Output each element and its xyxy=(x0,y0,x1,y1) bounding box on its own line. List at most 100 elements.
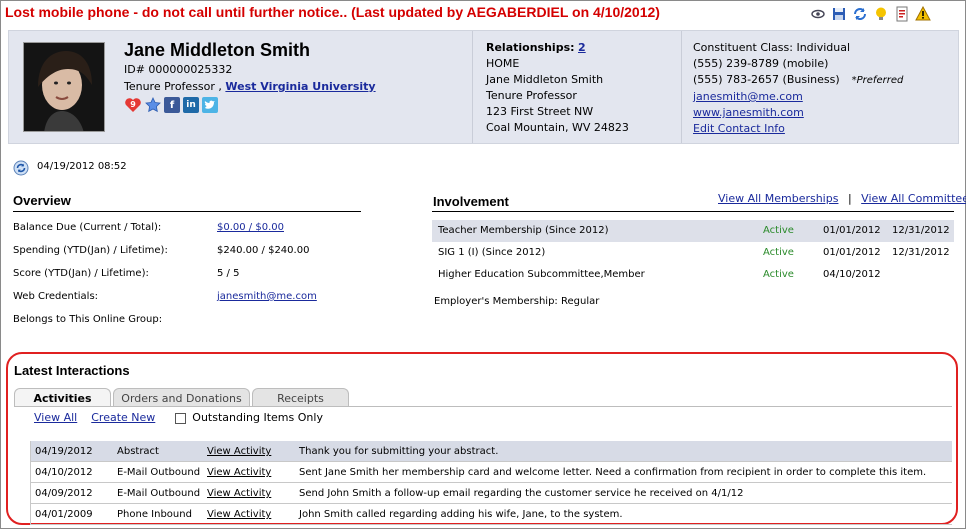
table-row: 04/10/2012 E-Mail Outbound View Activity… xyxy=(30,462,952,483)
activity-description: Thank you for submitting your abstract. xyxy=(299,446,499,457)
overview-label: Score (YTD(Jan) / Lifetime): xyxy=(13,268,149,279)
constituent-title: Tenure Professor , West Virginia Univers… xyxy=(124,80,376,93)
last-updated-timestamp: 04/19/2012 08:52 xyxy=(37,161,127,172)
constituent-name: Jane Middleton Smith xyxy=(124,40,311,60)
activity-date: 04/01/2009 xyxy=(35,509,93,520)
linkedin-icon[interactable]: in xyxy=(183,97,199,113)
overview-divider xyxy=(13,211,361,212)
membership-end: 12/31/2012 xyxy=(892,225,950,236)
activity-date: 04/10/2012 xyxy=(35,467,93,478)
sync-icon[interactable] xyxy=(13,160,29,176)
view-activity-link[interactable]: View Activity xyxy=(207,509,271,520)
email-link[interactable]: janesmith@me.com xyxy=(693,90,803,103)
preferred-marker: *Preferred xyxy=(851,75,904,86)
involvement-row: Teacher Membership (Since 2012) Active 0… xyxy=(432,220,954,242)
view-activity-link[interactable]: View Activity xyxy=(207,488,271,499)
tab-baseline xyxy=(14,406,952,407)
overview-label: Balance Due (Current / Total): xyxy=(13,222,162,233)
activities-table: 04/19/2012 Abstract View Activity Thank … xyxy=(30,441,952,525)
membership-name: SIG 1 (I) (Since 2012) xyxy=(438,247,546,258)
tab-orders-donations[interactable]: Orders and Donations xyxy=(113,388,250,407)
table-row: 04/19/2012 Abstract View Activity Thank … xyxy=(30,441,952,462)
outstanding-filter[interactable]: Outstanding Items Only xyxy=(175,411,323,424)
profile-header: Jane Middleton Smith ID# 000000025332 Te… xyxy=(8,30,959,144)
heart-badge-icon[interactable]: 9 xyxy=(124,97,142,113)
involvement-row: SIG 1 (I) (Since 2012) Active 01/01/2012… xyxy=(432,242,954,264)
contact-panel: Constituent Class: Individual (555) 239-… xyxy=(693,40,903,137)
twitter-icon[interactable] xyxy=(202,97,218,113)
web-credentials-link[interactable]: janesmith@me.com xyxy=(217,291,317,302)
website-link[interactable]: www.janesmith.com xyxy=(693,106,804,119)
warning-icon[interactable] xyxy=(914,5,932,23)
address-title: Tenure Professor xyxy=(486,89,577,102)
membership-status: Active xyxy=(763,225,794,236)
view-activity-link[interactable]: View Activity xyxy=(207,446,271,457)
score-value: 5 / 5 xyxy=(217,268,240,279)
report-icon[interactable] xyxy=(893,5,911,23)
relationships-label: Relationships: xyxy=(486,41,575,54)
social-icons: 9 f in xyxy=(124,97,218,113)
address-city: Coal Mountain, WV 24823 xyxy=(486,121,629,134)
constituent-id: ID# 000000025332 xyxy=(124,63,233,76)
employer-membership: Employer's Membership: Regular xyxy=(434,296,600,307)
create-new-link[interactable]: Create New xyxy=(91,411,155,424)
view-all-committees-link[interactable]: View All Committees xyxy=(861,192,966,205)
membership-status: Active xyxy=(763,269,794,280)
organization-link[interactable]: West Virginia University xyxy=(225,80,375,93)
view-all-memberships-link[interactable]: View All Memberships xyxy=(718,192,838,205)
outstanding-label: Outstanding Items Only xyxy=(192,411,323,424)
view-activity-link[interactable]: View Activity xyxy=(207,467,271,478)
spending-value: $240.00 / $240.00 xyxy=(217,245,310,256)
tab-receipts[interactable]: Receipts xyxy=(252,388,349,407)
balance-due-link[interactable]: $0.00 / $0.00 xyxy=(217,222,284,233)
involvement-title: Involvement xyxy=(433,194,509,209)
relationships-panel: Relationships: 2 HOME Jane Middleton Smi… xyxy=(486,40,629,136)
overview-label: Belongs to This Online Group: xyxy=(13,314,163,325)
activity-type: E-Mail Outbound xyxy=(117,467,201,478)
view-icon[interactable] xyxy=(809,5,827,23)
membership-name: Higher Education Subcommittee,Member xyxy=(438,269,645,280)
membership-start: 01/01/2012 xyxy=(823,247,881,258)
alert-banner: Lost mobile phone - do not call until fu… xyxy=(5,4,660,20)
save-icon[interactable] xyxy=(830,5,848,23)
view-all-link[interactable]: View All xyxy=(34,411,77,424)
involvement-row: Higher Education Subcommittee,Member Act… xyxy=(432,264,954,286)
activity-description: Send John Smith a follow-up email regard… xyxy=(299,488,744,499)
overview-title: Overview xyxy=(13,193,71,208)
membership-name: Teacher Membership (Since 2012) xyxy=(438,225,609,236)
involvement-links: View All Memberships | View All Committe… xyxy=(718,192,966,205)
latest-interactions-title: Latest Interactions xyxy=(14,363,130,378)
badge-count: 9 xyxy=(130,100,136,109)
activity-description: Sent Jane Smith her membership card and … xyxy=(299,467,927,478)
table-row: 04/01/2009 Phone Inbound View Activity J… xyxy=(30,504,952,525)
constituent-class: Constituent Class: Individual xyxy=(693,41,851,54)
involvement-divider xyxy=(432,211,954,212)
edit-contact-link[interactable]: Edit Contact Info xyxy=(693,122,785,135)
profile-photo xyxy=(23,42,105,132)
title-text: Tenure Professor , xyxy=(124,80,222,93)
address-name: Jane Middleton Smith xyxy=(486,73,604,86)
outstanding-checkbox[interactable] xyxy=(175,412,187,424)
link-divider: | xyxy=(847,192,852,205)
toolbar xyxy=(809,5,932,23)
lightbulb-icon[interactable] xyxy=(872,5,890,23)
refresh-icon[interactable] xyxy=(851,5,869,23)
facebook-icon[interactable]: f xyxy=(164,97,180,113)
membership-start: 01/01/2012 xyxy=(823,225,881,236)
tab-activities[interactable]: Activities xyxy=(14,388,111,407)
activity-date: 04/19/2012 xyxy=(35,446,93,457)
star-icon[interactable] xyxy=(145,97,161,113)
membership-status: Active xyxy=(763,247,794,258)
mobile-phone: (555) 239-8789 (mobile) xyxy=(693,57,829,70)
membership-end: 12/31/2012 xyxy=(892,247,950,258)
membership-start: 04/10/2012 xyxy=(823,269,881,280)
header-divider xyxy=(472,31,473,143)
relationships-count-link[interactable]: 2 xyxy=(578,41,586,54)
activity-actions: View All Create New Outstanding Items On… xyxy=(34,411,323,424)
activity-type: Phone Inbound xyxy=(117,509,192,520)
overview-label: Spending (YTD(Jan) / Lifetime): xyxy=(13,245,168,256)
business-phone: (555) 783-2657 (Business) xyxy=(693,73,840,86)
address-type: HOME xyxy=(486,57,520,70)
activity-description: John Smith called regarding adding his w… xyxy=(299,509,623,520)
table-row: 04/09/2012 E-Mail Outbound View Activity… xyxy=(30,483,952,504)
